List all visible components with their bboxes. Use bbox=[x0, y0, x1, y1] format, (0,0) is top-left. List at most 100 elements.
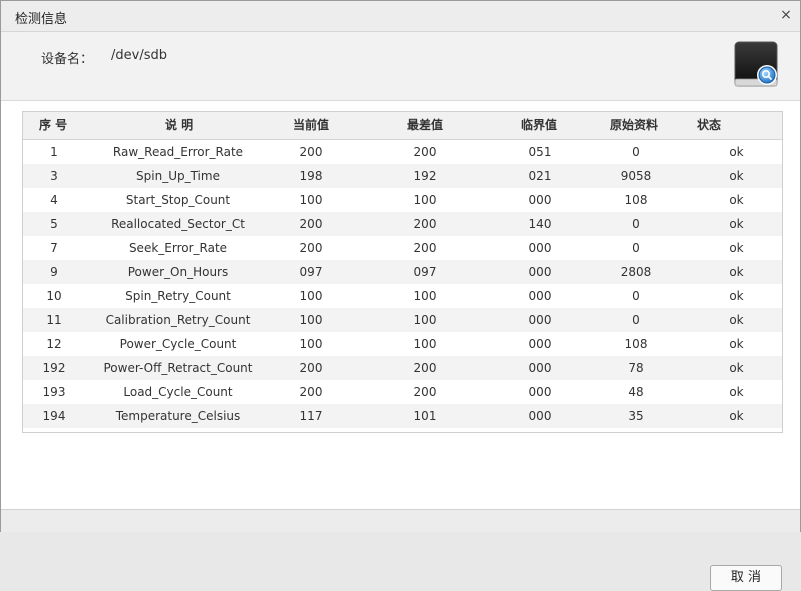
row-threshold: 000 bbox=[528, 193, 552, 207]
row-threshold: 021 bbox=[528, 169, 552, 183]
row-description: Start_Stop_Count bbox=[125, 193, 231, 207]
row-description: Power_On_Hours bbox=[127, 265, 229, 279]
row-raw: 0 bbox=[632, 241, 640, 255]
table-row: 9 Power_On_Hours 097 097 000 2808 ok bbox=[23, 260, 782, 284]
row-status: ok bbox=[729, 169, 744, 183]
row-status: ok bbox=[729, 145, 744, 159]
row-worst: 192 bbox=[413, 169, 437, 183]
row-current: 200 bbox=[299, 385, 323, 399]
row-worst: 200 bbox=[413, 361, 437, 375]
row-threshold: 000 bbox=[528, 265, 552, 279]
row-threshold: 000 bbox=[528, 409, 552, 423]
row-current: 100 bbox=[299, 337, 323, 351]
cancel-button[interactable]: 取 消 bbox=[710, 565, 782, 591]
table-row: 1 Raw_Read_Error_Rate 200 200 051 0 ok bbox=[23, 140, 782, 164]
table-row: 3 Spin_Up_Time 198 192 021 9058 ok bbox=[23, 164, 782, 188]
close-icon[interactable]: × bbox=[778, 7, 794, 23]
row-description: Power_Cycle_Count bbox=[119, 337, 237, 351]
row-index: 3 bbox=[50, 169, 58, 183]
row-threshold: 000 bbox=[528, 337, 552, 351]
row-description: Reallocated_Sector_Ct bbox=[111, 217, 245, 231]
table-row: 10 Spin_Retry_Count 100 100 000 0 ok bbox=[23, 284, 782, 308]
row-index: 193 bbox=[42, 385, 66, 399]
row-current: 100 bbox=[299, 289, 323, 303]
row-description: Temperature_Celsius bbox=[115, 409, 241, 423]
row-current: 100 bbox=[299, 193, 323, 207]
content-area: 序 号 说 明 当前值 最差值 临界值 原始资料 状态 1 Raw_Read_Er… bbox=[1, 101, 800, 591]
title-bar: 检测信息 × bbox=[1, 1, 800, 32]
smart-table: 序 号 说 明 当前值 最差值 临界值 原始资料 状态 1 Raw_Read_Er… bbox=[22, 111, 783, 433]
row-raw: 9058 bbox=[620, 169, 652, 183]
dialog-title: 检测信息 bbox=[15, 12, 68, 27]
disk-search-icon bbox=[734, 41, 778, 87]
row-index: 12 bbox=[46, 337, 62, 351]
row-threshold: 000 bbox=[528, 313, 552, 327]
row-threshold: 140 bbox=[528, 217, 552, 231]
row-index: 194 bbox=[42, 409, 66, 423]
row-threshold: 051 bbox=[528, 145, 552, 159]
device-info-panel: 设备名： /dev/sdb bbox=[1, 32, 800, 101]
row-current: 117 bbox=[299, 409, 323, 423]
row-index: 9 bbox=[50, 265, 58, 279]
row-current: 200 bbox=[299, 217, 323, 231]
row-threshold: 000 bbox=[528, 289, 552, 303]
table-header: 序 号 说 明 当前值 最差值 临界值 原始资料 状态 bbox=[23, 112, 782, 140]
table-row: 12 Power_Cycle_Count 100 100 000 108 ok bbox=[23, 332, 782, 356]
table-body: 1 Raw_Read_Error_Rate 200 200 051 0 ok 3 Spin_Up… bbox=[23, 140, 782, 428]
row-worst: 200 bbox=[413, 145, 437, 159]
row-raw: 108 bbox=[624, 193, 648, 207]
row-index: 1 bbox=[50, 145, 58, 159]
row-worst: 100 bbox=[413, 337, 437, 351]
table-row: 194 Temperature_Celsius 117 101 000 35 ok bbox=[23, 404, 782, 428]
row-description: Power-Off_Retract_Count bbox=[103, 361, 253, 375]
row-description: Spin_Up_Time bbox=[136, 169, 220, 183]
table-row: 5 Reallocated_Sector_Ct 200 200 140 0 ok bbox=[23, 212, 782, 236]
header-threshold: 临界值 bbox=[521, 118, 558, 132]
table-row: 11 Calibration_Retry_Count 100 100 000 0 ok bbox=[23, 308, 782, 332]
device-name-value: /dev/sdb bbox=[111, 48, 167, 63]
row-current: 200 bbox=[299, 145, 323, 159]
row-description: Raw_Read_Error_Rate bbox=[112, 145, 244, 159]
row-raw: 0 bbox=[632, 217, 640, 231]
row-raw: 78 bbox=[628, 361, 644, 375]
row-description: Seek_Error_Rate bbox=[128, 241, 228, 255]
table-row: 7 Seek_Error_Rate 200 200 000 0 ok bbox=[23, 236, 782, 260]
row-worst: 100 bbox=[413, 289, 437, 303]
row-raw: 35 bbox=[628, 409, 644, 423]
row-worst: 200 bbox=[413, 241, 437, 255]
row-threshold: 000 bbox=[528, 361, 552, 375]
smart-info-dialog: 检测信息 × 设备名： /dev/sdb 序 号 说 明 当前值 最差值 临界值… bbox=[0, 0, 801, 591]
header-status: 状态 bbox=[697, 118, 722, 132]
row-raw: 108 bbox=[624, 337, 648, 351]
row-raw: 0 bbox=[632, 289, 640, 303]
row-status: ok bbox=[729, 409, 744, 423]
row-status: ok bbox=[729, 241, 744, 255]
row-threshold: 000 bbox=[528, 385, 552, 399]
header-index: 序 号 bbox=[39, 118, 68, 132]
row-current: 198 bbox=[299, 169, 323, 183]
row-worst: 200 bbox=[413, 217, 437, 231]
table-row: 4 Start_Stop_Count 100 100 000 108 ok bbox=[23, 188, 782, 212]
header-worst: 最差值 bbox=[407, 118, 444, 132]
row-worst: 100 bbox=[413, 193, 437, 207]
row-threshold: 000 bbox=[528, 241, 552, 255]
row-description: Spin_Retry_Count bbox=[125, 289, 231, 303]
row-description: Load_Cycle_Count bbox=[123, 385, 233, 399]
row-description: Calibration_Retry_Count bbox=[105, 313, 251, 327]
row-index: 10 bbox=[46, 289, 62, 303]
row-worst: 100 bbox=[413, 313, 437, 327]
row-status: ok bbox=[729, 313, 744, 327]
header-raw: 原始资料 bbox=[610, 118, 659, 132]
row-raw: 0 bbox=[632, 313, 640, 327]
table-row: 192 Power-Off_Retract_Count 200 200 000 78 ok bbox=[23, 356, 782, 380]
status-bar bbox=[1, 509, 800, 532]
header-current: 当前值 bbox=[293, 118, 330, 132]
row-worst: 097 bbox=[413, 265, 437, 279]
row-raw: 0 bbox=[632, 145, 640, 159]
row-current: 100 bbox=[299, 313, 323, 327]
row-index: 192 bbox=[42, 361, 66, 375]
row-status: ok bbox=[729, 361, 744, 375]
row-index: 11 bbox=[46, 313, 62, 327]
table-row: 193 Load_Cycle_Count 200 200 000 48 ok bbox=[23, 380, 782, 404]
row-raw: 48 bbox=[628, 385, 644, 399]
